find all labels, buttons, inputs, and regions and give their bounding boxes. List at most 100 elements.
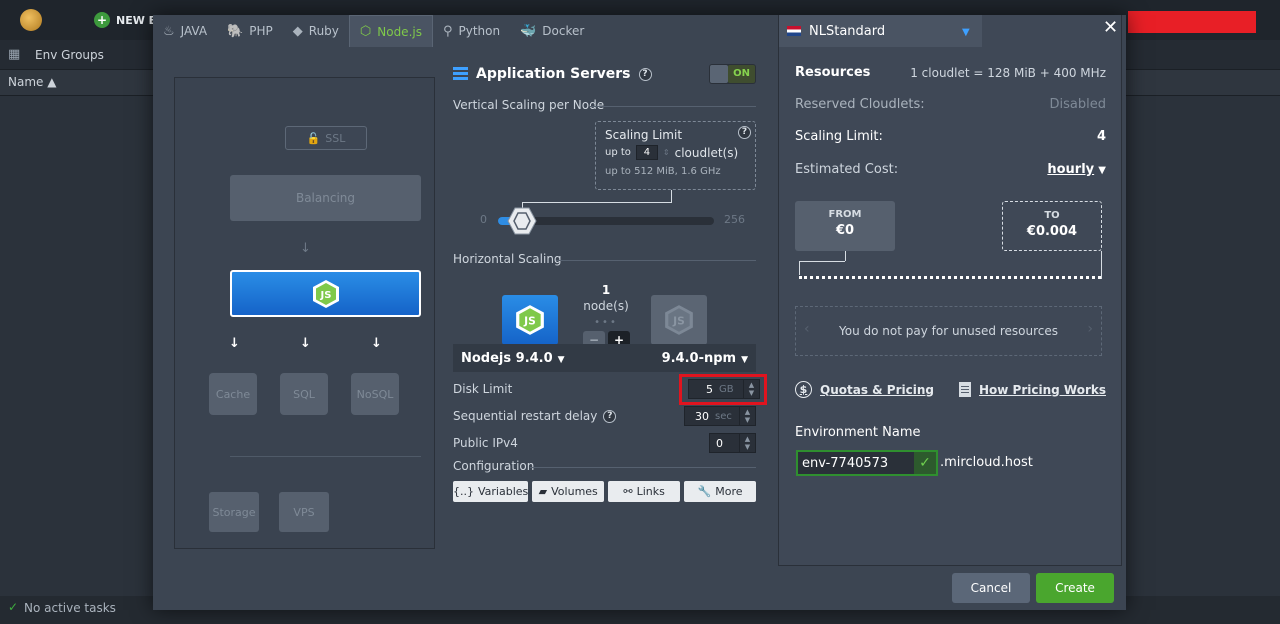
- topology-panel: 🔓 SSL Balancing ↓ JS ↓ ↓ ↓ Cache SQL NoS…: [174, 77, 435, 549]
- arrow-down-icon: ↓: [300, 336, 311, 351]
- scaling-limit-row: Scaling Limit: 4: [795, 129, 1106, 144]
- chevron-left-icon: ‹: [804, 321, 810, 337]
- slider-min-label: 0: [480, 213, 487, 226]
- more-button[interactable]: 🔧 More: [684, 481, 756, 502]
- region-selector[interactable]: NLStandard ▼: [779, 15, 982, 47]
- topology-wizard-dialog: ♨ JAVA 🐘 PHP ◆ Ruby ⬡ Node.js ⚲ Python 🐳 Docke…: [153, 15, 1126, 610]
- sql-block[interactable]: SQL: [280, 373, 328, 415]
- app-logo[interactable]: [20, 9, 42, 31]
- storage-block[interactable]: Storage: [209, 492, 259, 532]
- nodejs-node-active[interactable]: JS: [502, 295, 558, 345]
- vertical-scaling-label: Vertical Scaling per Node: [453, 98, 605, 112]
- cloudlets-input[interactable]: 4: [635, 145, 658, 160]
- java-icon: ♨: [163, 23, 175, 39]
- engine-select[interactable]: Nodejs 9.4.0 ▼: [461, 351, 565, 366]
- from-label: FROM: [828, 209, 862, 220]
- redacted-area: [1128, 11, 1256, 33]
- svg-text:JS: JS: [319, 290, 331, 301]
- nosql-block[interactable]: NoSQL: [351, 373, 399, 415]
- node-count: 1: [601, 283, 611, 297]
- toggle-knob: [710, 65, 728, 83]
- version-select[interactable]: 9.4.0-npm ▼: [662, 351, 748, 366]
- restart-delay-input[interactable]: 30 sec ▲ ▼: [684, 406, 756, 426]
- estimated-cost-row: Estimated Cost: hourly ▼: [795, 162, 1106, 177]
- app-server-config: Application Servers ? ON Vertical Scalin…: [452, 63, 767, 513]
- tab-label: JAVA: [180, 24, 208, 38]
- stepper-icon[interactable]: ⇕: [663, 148, 670, 157]
- ruby-icon: ◆: [292, 23, 303, 39]
- resources-value: 1 cloudlet = 128 MiB + 400 MHz: [910, 65, 1106, 80]
- pricing-link-text: How Pricing Works: [978, 382, 1106, 397]
- tasks-status[interactable]: No active tasks: [24, 601, 116, 615]
- public-ipv4-label: Public IPv4: [453, 436, 518, 450]
- disk-limit-label: Disk Limit: [453, 382, 513, 396]
- public-ipv4-input[interactable]: 0 ▲ ▼: [709, 433, 756, 453]
- up-to-label-2: up to: [605, 166, 631, 177]
- volumes-button[interactable]: ▰ Volumes: [532, 481, 605, 502]
- section-divider: [590, 106, 756, 107]
- restart-delay-row: Sequential restart delay? 30 sec ▲ ▼: [453, 404, 756, 428]
- public-ipv4-row: Public IPv4 0 ▲ ▼: [453, 431, 756, 455]
- resources-label: Resources: [795, 65, 871, 80]
- slider-max-label: 256: [724, 213, 745, 226]
- php-icon: 🐘: [227, 23, 244, 39]
- from-value: €0: [835, 223, 855, 238]
- nosql-label: NoSQL: [356, 387, 394, 401]
- plus-icon: +: [94, 12, 110, 28]
- app-servers-toggle[interactable]: ON: [709, 64, 756, 84]
- tab-nodejs[interactable]: ⬡ Node.js: [348, 15, 433, 47]
- create-button[interactable]: Create: [1036, 573, 1114, 603]
- stepper-arrows-icon[interactable]: ▲ ▼: [739, 407, 755, 425]
- svg-text:JS: JS: [523, 314, 536, 327]
- ssl-toggle[interactable]: 🔓 SSL: [285, 126, 367, 150]
- nodejs-logo-icon: JS: [665, 305, 693, 335]
- grid-icon: ▦: [8, 47, 21, 62]
- env-name-input[interactable]: env-7740573 ✓: [796, 450, 938, 476]
- restart-delay-label: Sequential restart delay: [453, 409, 598, 423]
- help-icon[interactable]: ?: [738, 126, 751, 139]
- nodejs-node-inactive[interactable]: JS: [651, 295, 707, 345]
- links-button[interactable]: ⚯ Links: [608, 481, 681, 502]
- balancing-block[interactable]: Balancing: [230, 175, 421, 221]
- tab-python[interactable]: ⚲ Python: [433, 15, 510, 47]
- netherlands-flag-icon: [787, 26, 801, 36]
- vps-label: VPS: [293, 505, 315, 519]
- caret-down-icon: ▼: [962, 27, 970, 38]
- caret-down-icon: ▼: [1098, 165, 1106, 176]
- vps-block[interactable]: VPS: [279, 492, 329, 532]
- nodejs-icon: ⬡: [359, 24, 372, 39]
- slider-handle-icon[interactable]: [507, 206, 537, 236]
- env-groups-label[interactable]: Env Groups: [35, 48, 104, 62]
- cancel-button[interactable]: Cancel: [952, 573, 1030, 603]
- dots-icon: •••: [594, 317, 618, 328]
- pricing-links: $ Quotas & Pricing How Pricing Works: [795, 381, 1106, 398]
- close-icon[interactable]: ✕: [1103, 17, 1118, 38]
- tab-java[interactable]: ♨ JAVA: [153, 15, 217, 47]
- cost-period-select[interactable]: hourly ▼: [1047, 162, 1106, 177]
- help-icon[interactable]: ?: [603, 409, 617, 423]
- more-label: More: [715, 485, 743, 498]
- tab-php[interactable]: 🐘 PHP: [217, 15, 283, 47]
- quotas-pricing-link[interactable]: $ Quotas & Pricing: [795, 381, 934, 398]
- arrow-down-icon: ↓: [300, 241, 311, 256]
- lock-icon: 🔓: [306, 131, 321, 145]
- connector-line: [671, 190, 672, 202]
- name-sort-label[interactable]: Name ▲: [8, 75, 56, 89]
- variables-button[interactable]: {..} Variables: [453, 481, 529, 502]
- tab-label: PHP: [249, 24, 273, 38]
- tab-ruby[interactable]: ◆ Ruby: [283, 15, 349, 47]
- cost-to-box: TO €0.004: [1002, 201, 1102, 251]
- how-pricing-works-link[interactable]: How Pricing Works: [958, 381, 1106, 398]
- stepper-arrows-icon[interactable]: ▲ ▼: [739, 434, 755, 452]
- cost-dotted-line: [799, 276, 1101, 279]
- quotas-link-text: Quotas & Pricing: [820, 382, 934, 397]
- help-icon[interactable]: ?: [638, 67, 652, 81]
- cache-block[interactable]: Cache: [209, 373, 257, 415]
- tab-docker[interactable]: 🐳 Docker: [510, 15, 594, 47]
- nodejs-node-block[interactable]: JS: [230, 270, 433, 317]
- configuration-label: Configuration: [453, 459, 535, 473]
- link-icon: ⚯: [623, 485, 633, 498]
- horizontal-scaling-label: Horizontal Scaling: [453, 252, 562, 266]
- highlight-box: [679, 374, 767, 405]
- volumes-label: Volumes: [551, 485, 598, 498]
